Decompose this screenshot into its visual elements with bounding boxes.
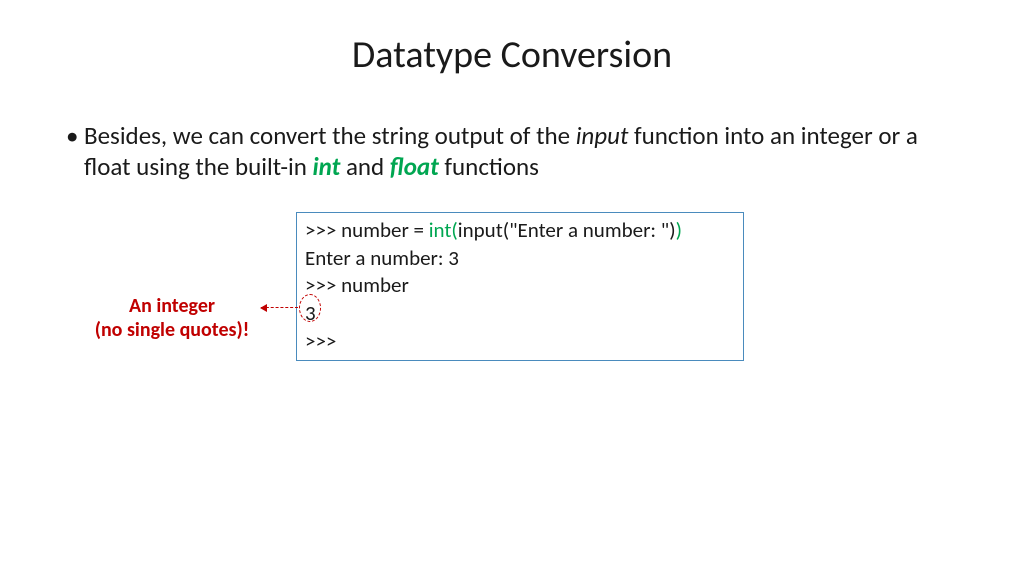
bullet-input-word: input: [576, 120, 629, 151]
code-line-4: 3: [305, 300, 735, 328]
arrow-icon: [261, 307, 298, 308]
annotation-line-2: (no single quotes)!: [95, 318, 250, 342]
slide-title: Datatype Conversion: [0, 32, 1024, 78]
bullet-float-word: float: [390, 151, 439, 182]
bullet-dot: •: [66, 120, 78, 151]
code-l1-c: input("Enter a number: "): [458, 217, 676, 243]
code-line-2: Enter a number: 3: [305, 245, 735, 273]
bullet-seg-4: functions: [439, 151, 539, 182]
code-line-5: >>>: [305, 328, 735, 356]
bullet-seg-1: Besides, we can convert the string outpu…: [84, 120, 576, 151]
bullet-text: • Besides, we can convert the string out…: [84, 120, 954, 183]
slide: Datatype Conversion • Besides, we can co…: [0, 0, 1024, 576]
annotation-label: An integer (no single quotes)!: [82, 294, 262, 342]
bullet-seg-3: and: [340, 151, 390, 182]
code-line-3: >>> number: [305, 272, 735, 300]
code-line-1: >>> number = int(input("Enter a number: …: [305, 217, 735, 245]
bullet-int-word: int: [313, 151, 341, 182]
code-box: >>> number = int(input("Enter a number: …: [296, 212, 744, 361]
annotation-line-1: An integer: [129, 294, 215, 318]
code-l1-a: >>> number =: [305, 217, 429, 243]
code-l1-d: ): [676, 217, 682, 243]
code-l1-b: int(: [429, 217, 458, 243]
